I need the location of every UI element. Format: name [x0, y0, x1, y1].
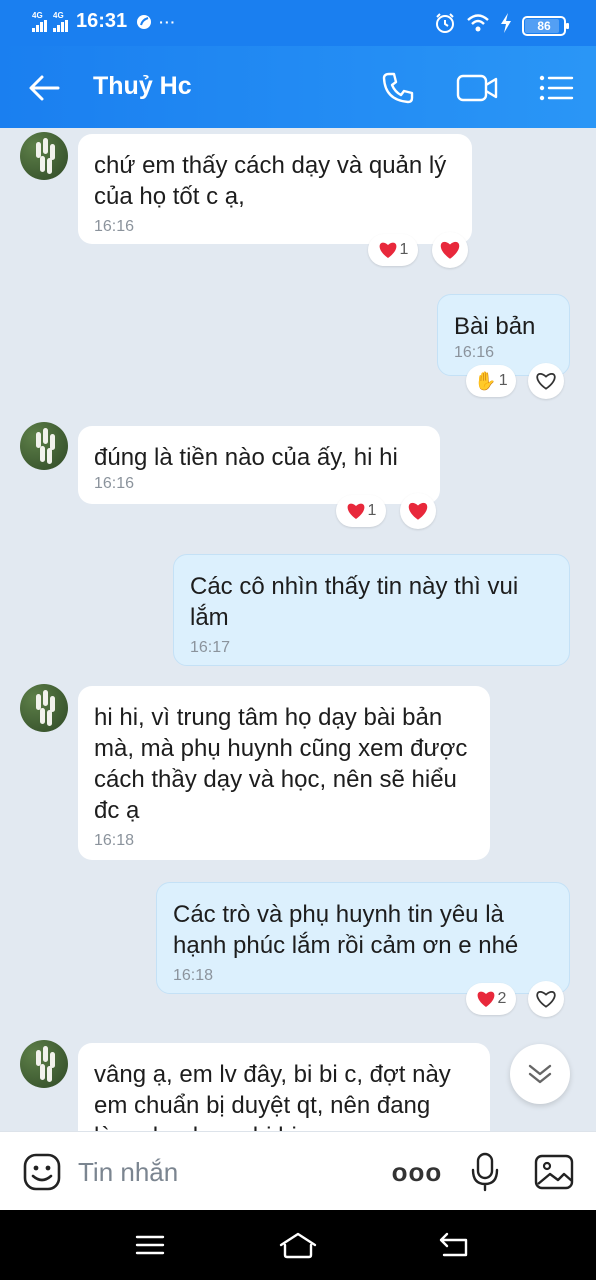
sticker-emoji-icon [23, 1153, 61, 1191]
react-button[interactable] [528, 981, 564, 1017]
signal-1-icon: 4G [32, 10, 47, 32]
heart-icon [477, 991, 494, 1007]
more-options-button[interactable]: ooo [392, 1150, 442, 1194]
system-nav-bar [0, 1210, 596, 1280]
microphone-icon [471, 1152, 499, 1192]
menu-icon [135, 1235, 165, 1255]
reaction-summary[interactable]: ✋ 1 [466, 365, 516, 397]
contact-avatar[interactable] [20, 132, 68, 180]
message-input-bar: ooo [0, 1131, 596, 1210]
back-nav-button[interactable] [434, 1228, 474, 1262]
reaction-summary[interactable]: 2 [466, 983, 516, 1015]
message-bubble-outgoing[interactable]: Các trò và phụ huynh tin yêu là hạnh phú… [156, 882, 570, 994]
heart-icon [379, 242, 396, 258]
message-input[interactable] [78, 1154, 368, 1190]
image-gallery-icon [534, 1154, 574, 1190]
alarm-icon [434, 12, 456, 39]
react-button[interactable] [432, 232, 468, 268]
battery-level: 86 [537, 18, 551, 33]
home-button[interactable] [278, 1228, 318, 1262]
message-text: hi hi, vì trung tâm họ dạy bài bản mà, m… [94, 704, 468, 824]
reaction-summary[interactable]: 1 [368, 234, 418, 266]
video-call-button[interactable] [455, 66, 499, 110]
reaction-count: 2 [497, 990, 507, 1007]
thumbs-up-icon: ✋ [474, 370, 497, 391]
message-bubble-incoming[interactable]: vâng ạ, em lv đây, bi bi c, đợt này em c… [78, 1043, 490, 1131]
scroll-to-bottom-button[interactable] [510, 1044, 570, 1104]
message-time: 16:18 [94, 832, 135, 849]
heart-icon [440, 241, 460, 259]
message-time: 16:17 [190, 639, 231, 656]
wifi-icon [466, 13, 490, 38]
menu-list-icon [539, 75, 574, 101]
network-type-1: 4G [32, 10, 43, 20]
status-time: 16:31 [76, 10, 128, 32]
chat-menu-button[interactable] [534, 66, 578, 110]
contact-avatar[interactable] [20, 684, 68, 732]
react-button[interactable] [528, 363, 564, 399]
recent-apps-button[interactable] [130, 1228, 170, 1262]
back-nav-icon [439, 1232, 468, 1257]
double-chevron-down-icon [528, 1064, 552, 1084]
message-text: chứ em thấy cách dạy và quản lý của họ t… [94, 152, 447, 210]
heart-outline-icon [536, 372, 556, 390]
more-dots-icon: ooo [391, 1156, 443, 1187]
battery-icon: 86 [522, 15, 569, 36]
emoji-button[interactable] [20, 1150, 64, 1194]
contact-avatar[interactable] [20, 422, 68, 470]
phone-icon [382, 72, 414, 104]
message-text: vâng ạ, em lv đây, bi bi c, đợt này em c… [94, 1061, 451, 1131]
more-notifications-icon: ··· [159, 13, 177, 30]
message-text: Các cô nhìn thấy tin này thì vui lắm [190, 573, 519, 631]
message-text: đúng là tiền nào của ấy, hi hi [94, 444, 398, 471]
reaction-count: 1 [367, 502, 377, 519]
home-icon [279, 1232, 317, 1259]
message-text: Các trò và phụ huynh tin yêu là hạnh phú… [173, 901, 519, 959]
react-button[interactable] [400, 493, 436, 529]
leaf-notification-icon [137, 14, 152, 29]
chat-thread[interactable]: chứ em thấy cách dạy và quản lý của họ t… [0, 128, 596, 1131]
photo-button[interactable] [532, 1150, 576, 1194]
reaction-count: 1 [498, 372, 508, 389]
back-button[interactable] [24, 70, 64, 106]
reaction-summary[interactable]: 1 [336, 495, 386, 527]
message-time: 16:16 [94, 475, 135, 492]
network-type-2: 4G [53, 10, 64, 20]
status-bar: 4G 4G 16:31 ··· 86 [0, 0, 596, 46]
voice-call-button[interactable] [376, 66, 420, 110]
message-bubble-incoming[interactable]: đúng là tiền nào của ấy, hi hi 16:16 [78, 426, 440, 504]
voice-record-button[interactable] [463, 1150, 507, 1194]
charging-icon [500, 13, 512, 38]
back-arrow-icon [29, 75, 60, 101]
heart-icon [347, 503, 364, 519]
message-bubble-incoming[interactable]: chứ em thấy cách dạy và quản lý của họ t… [78, 134, 472, 244]
signal-2-icon: 4G [53, 10, 68, 32]
heart-outline-icon [536, 990, 556, 1008]
reaction-count: 1 [399, 241, 409, 258]
message-text: Bài bản [454, 313, 536, 340]
message-bubble-outgoing[interactable]: Các cô nhìn thấy tin này thì vui lắm 16:… [173, 554, 570, 666]
contact-name[interactable]: Thuỷ Hc [93, 72, 192, 101]
video-call-icon [456, 74, 498, 102]
message-bubble-incoming[interactable]: hi hi, vì trung tâm họ dạy bài bản mà, m… [78, 686, 490, 860]
contact-avatar[interactable] [20, 1040, 68, 1088]
heart-icon [408, 502, 428, 520]
chat-header: Thuỷ Hc [0, 46, 596, 128]
message-time: 16:16 [454, 344, 495, 361]
